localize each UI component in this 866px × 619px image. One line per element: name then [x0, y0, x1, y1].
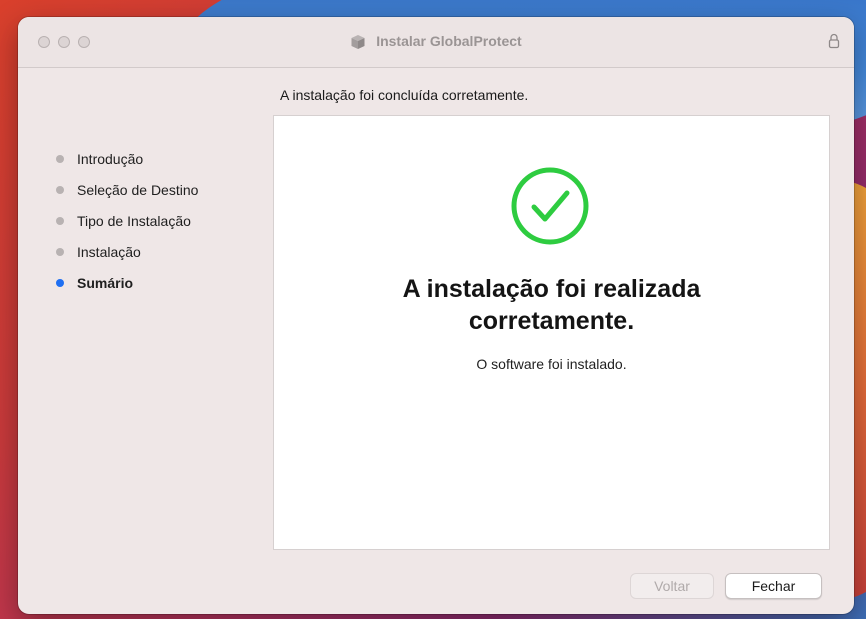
close-button[interactable]: Fechar	[725, 573, 822, 599]
step-bullet	[56, 185, 64, 194]
step-selecao-de-destino: Seleção de Destino	[56, 174, 198, 205]
step-instalacao: Instalação	[56, 236, 198, 267]
status-header: A instalação foi concluída corretamente.	[280, 87, 529, 103]
title-bar[interactable]: Instalar GlobalProtect	[18, 17, 854, 68]
step-bullet	[56, 154, 64, 163]
step-label: Sumário	[77, 274, 134, 291]
window-title-group: Instalar GlobalProtect	[18, 33, 854, 50]
desktop-background: Instalar GlobalProtect A instalação foi …	[0, 0, 866, 619]
window-title: Instalar GlobalProtect	[376, 33, 522, 49]
step-label: Tipo de Instalação	[77, 212, 191, 229]
back-button[interactable]: Voltar	[630, 573, 714, 599]
success-title-line: A instalação foi realizada	[402, 275, 701, 303]
lock-icon	[828, 33, 840, 49]
installer-steps-list: Introdução Seleção de Destino Tipo de In…	[56, 143, 198, 298]
checkmark-circle-icon	[511, 167, 589, 245]
step-label: Introdução	[77, 150, 144, 167]
installer-window: Instalar GlobalProtect A instalação foi …	[18, 17, 854, 614]
step-introducao: Introdução	[56, 143, 198, 174]
success-subtitle: O software foi instalado.	[476, 356, 627, 372]
step-sumario: Sumário	[56, 267, 198, 298]
step-bullet	[56, 247, 64, 256]
step-label: Seleção de Destino	[77, 181, 199, 198]
content-panel: A instalação foi realizada corretamente.…	[273, 115, 830, 550]
success-title: A instalação foi realizada corretamente.	[274, 273, 829, 337]
step-tipo-de-instalacao: Tipo de Instalação	[56, 205, 198, 236]
step-bullet	[56, 216, 64, 225]
step-label: Instalação	[77, 243, 141, 260]
package-icon	[351, 35, 365, 50]
success-title-line: corretamente.	[468, 307, 635, 335]
step-bullet-active	[56, 278, 64, 287]
